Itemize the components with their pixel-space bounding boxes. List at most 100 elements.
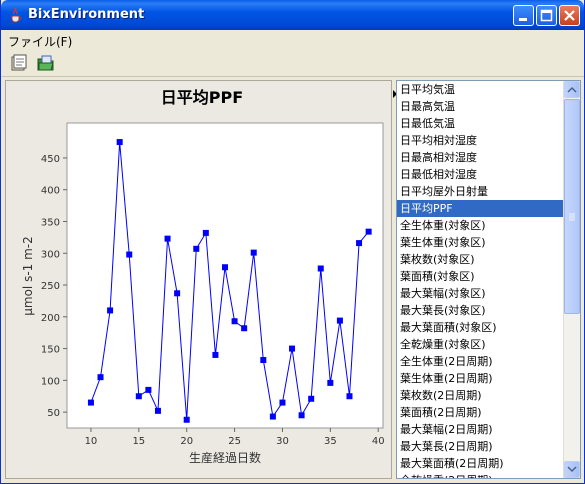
list-item[interactable]: 全乾燥重(対象区) [397,336,564,353]
data-point [317,265,324,272]
data-point [126,251,133,258]
data-point [116,139,123,146]
close-button[interactable] [559,5,580,26]
data-point [260,357,267,364]
list-item[interactable]: 日最低気温 [397,115,564,132]
list-item[interactable]: 日平均相対湿度 [397,132,564,149]
list-item[interactable]: 日最低相対湿度 [397,166,564,183]
x-axis-label: 生産経過日数 [189,450,261,465]
y-tick-label: 400 [41,186,60,197]
y-tick-label: 350 [41,217,60,228]
data-point [154,407,161,414]
data-point [346,393,353,400]
list-item[interactable]: 最大葉幅(2日周期) [397,421,564,438]
toolbar [1,50,584,77]
maximize-icon [540,9,553,22]
list-item[interactable]: 全生体重(2日周期) [397,353,564,370]
list-item[interactable]: 葉面積(2日周期) [397,404,564,421]
data-point [327,379,334,386]
data-point [202,229,209,236]
data-point [365,228,372,235]
list-item[interactable]: 最大葉面積(2日周期) [397,455,564,472]
data-point [241,325,248,332]
data-point [269,413,276,420]
scroll-down-button[interactable] [564,461,580,478]
chart-title: 日平均PPF [161,88,243,107]
list-item[interactable]: 葉生体重(2日周期) [397,370,564,387]
x-tick-label: 35 [324,436,337,447]
list-item[interactable]: 日平均屋外日射量 [397,183,564,200]
chart: 日平均PPF 50 100 150 200 250 300 350 400 450 10 15 20… [21,88,385,465]
x-tick-label: 25 [228,436,241,447]
data-point [289,345,296,352]
data-point [145,386,152,393]
window-title: BixEnvironment [28,7,145,22]
y-tick-label: 100 [41,376,60,387]
data-point [87,399,94,406]
x-tick-label: 20 [180,436,193,447]
x-tick-label: 40 [372,436,385,447]
x-tick-label: 15 [132,436,145,447]
grip-icon [569,213,575,221]
list-item[interactable]: 日平均PPF [397,200,564,217]
data-point [212,351,219,358]
data-point [231,318,238,325]
data-point [356,240,363,247]
open-icon[interactable] [37,54,55,72]
list-item[interactable]: 日平均気温 [397,81,564,98]
data-point [336,317,343,324]
y-tick-label: 250 [41,281,60,292]
y-axis: 50 100 150 200 250 300 350 400 450 [41,154,67,419]
data-point [298,412,305,419]
data-point [97,374,104,381]
scroll-thumb[interactable] [564,99,580,314]
list-item[interactable]: 葉生体重(対象区) [397,234,564,251]
list-scrollbar[interactable] [563,81,580,478]
list-item[interactable]: 最大葉長(2日周期) [397,438,564,455]
list-item[interactable]: 葉面積(対象区) [397,268,564,285]
chart-panel: 日平均PPF 50 100 150 200 250 300 350 400 450 10 15 20… [5,80,392,479]
x-tick-label: 30 [276,436,289,447]
list-item[interactable]: 最大葉長(対象区) [397,302,564,319]
variable-list-items: 日平均気温 日最高気温 日最低気温 日平均相対湿度 日最高相対湿度 日最低相対湿度 日平均屋… [397,81,564,478]
data-point [193,245,200,252]
data-point [222,264,228,271]
close-icon [564,10,575,21]
data-point [308,395,315,402]
list-item[interactable]: 日最高気温 [397,98,564,115]
y-tick-label: 300 [41,249,60,260]
list-item[interactable]: 葉枚数(2日周期) [397,387,564,404]
data-point [107,307,114,314]
data-point [164,235,171,242]
java-cup-icon [11,7,22,23]
list-item[interactable]: 葉枚数(対象区) [397,251,564,268]
y-axis-label: μmol s-1 m-2 [21,236,35,316]
y-tick-label: 50 [47,408,60,419]
chevron-down-icon [567,466,577,473]
minimize-button[interactable] [513,5,534,26]
y-tick-label: 150 [41,345,60,356]
list-item[interactable]: 最大葉面積(対象区) [397,319,564,336]
x-tick-label: 10 [85,436,98,447]
chevron-up-icon [567,86,577,93]
maximize-button[interactable] [536,5,557,26]
plot-area [66,122,384,429]
title-bar[interactable]: BixEnvironment [1,0,584,30]
minimize-icon [519,18,527,21]
data-point [174,290,181,297]
scroll-up-button[interactable] [564,81,580,98]
menu-bar: ファイル(F) [1,30,584,50]
data-point [135,393,142,400]
data-point [183,416,190,423]
list-item[interactable]: 最大葉幅(対象区) [397,285,564,302]
list-item[interactable]: 日最高相対湿度 [397,149,564,166]
variable-list[interactable]: 日平均気温 日最高気温 日最低気温 日平均相対湿度 日最高相対湿度 日最低相対湿度 日平均屋… [396,80,581,479]
menu-file[interactable]: ファイル(F) [8,33,72,50]
list-item[interactable]: 全生体重(対象区) [397,217,564,234]
save-icon[interactable] [10,54,28,72]
y-tick-label: 200 [41,313,60,324]
app-window: BixEnvironment ファイル(F) 日平均PPF 50 100 150 [0,0,585,484]
x-axis: 10 15 20 25 30 35 40 [85,428,385,447]
list-item[interactable]: 全乾燥重(2日周期) [397,472,564,478]
data-point [279,399,286,406]
